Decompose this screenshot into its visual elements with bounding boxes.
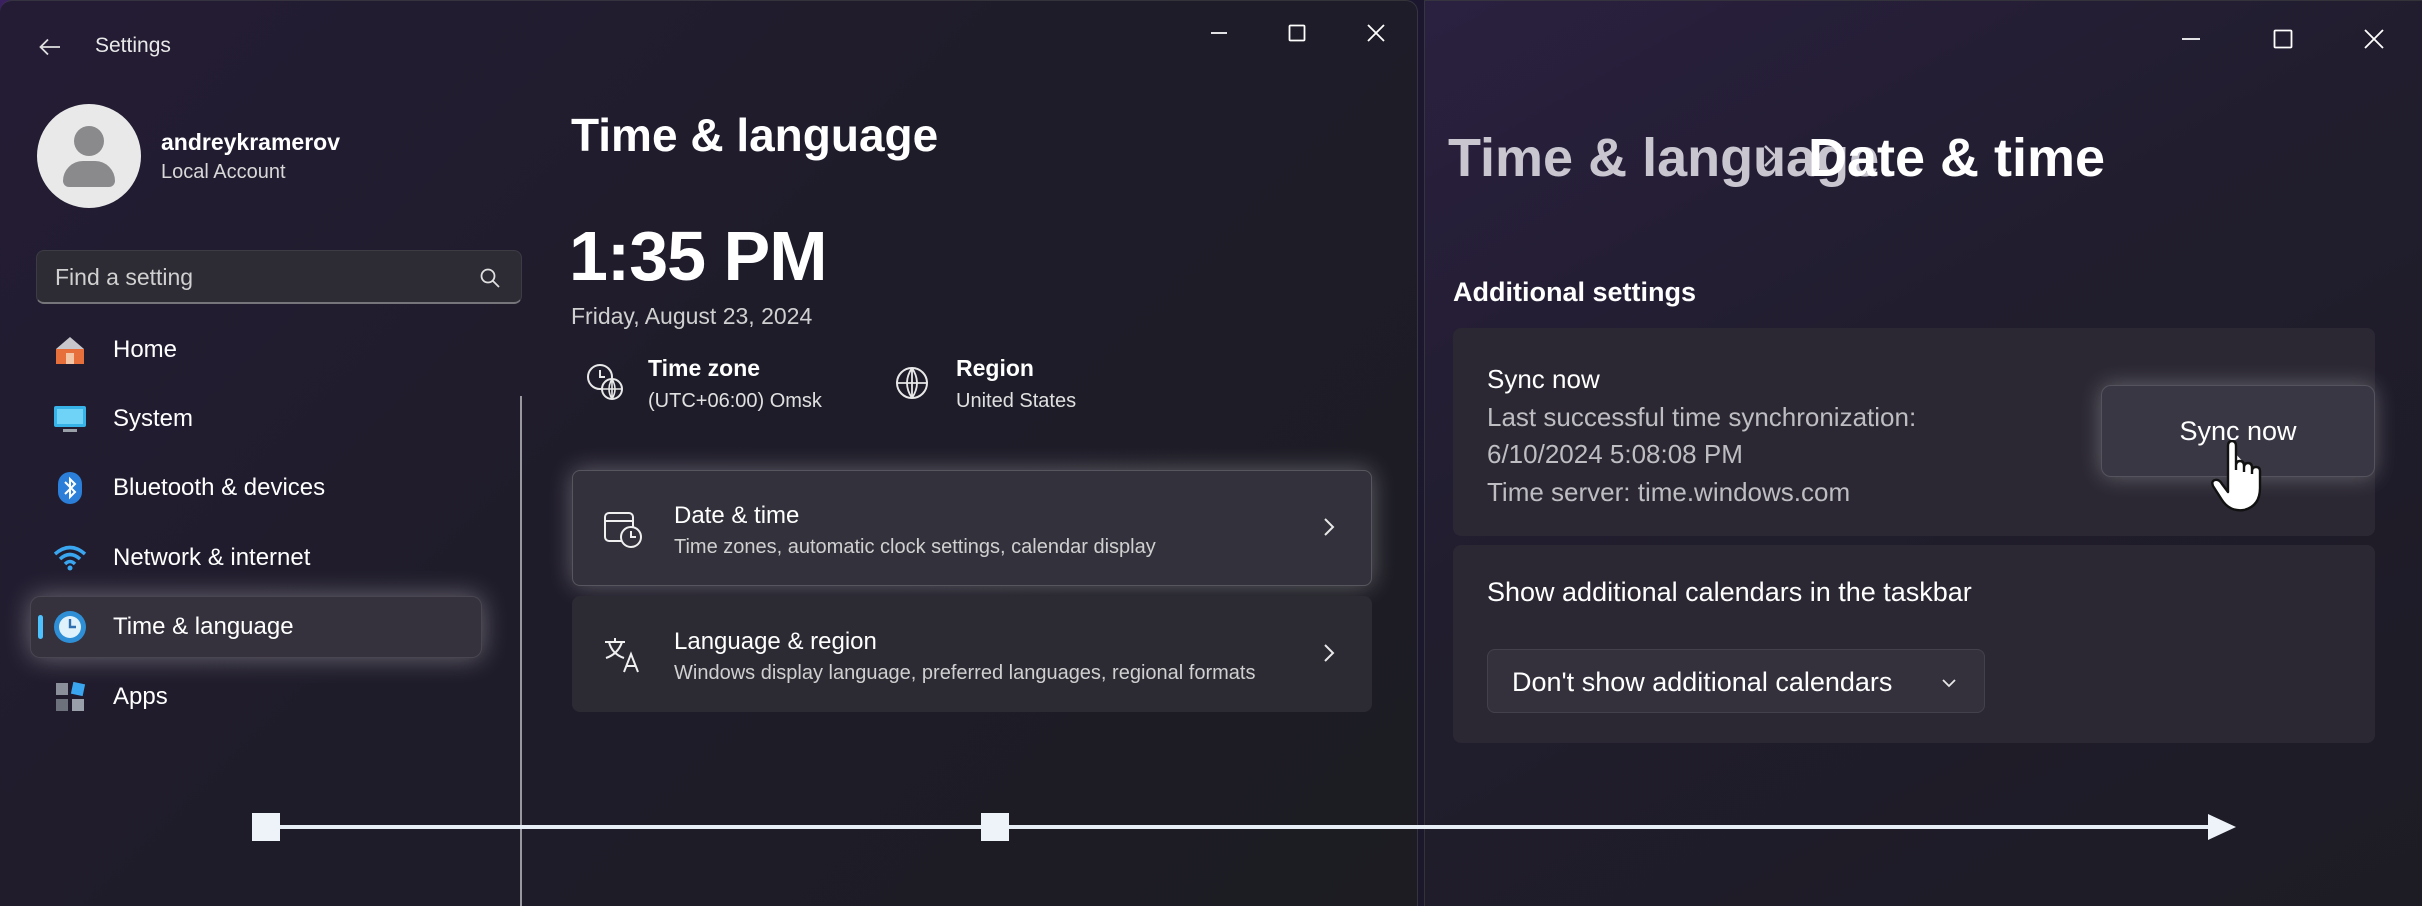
sidebar-item-system[interactable]: System xyxy=(30,388,482,450)
sidebar-item-label: Time & language xyxy=(113,613,294,640)
bluetooth-icon xyxy=(52,470,88,506)
sidebar-item-time-language[interactable]: Time & language xyxy=(30,596,482,658)
user-name: andreykramerov xyxy=(161,129,340,155)
region-label: Region xyxy=(956,355,1034,381)
last-sync-label: Last successful time synchronization: xyxy=(1487,402,1917,432)
chevron-right-icon xyxy=(1764,145,1777,167)
close-icon xyxy=(2364,29,2384,49)
close-icon xyxy=(1367,24,1385,42)
maximize-button[interactable] xyxy=(2263,19,2303,59)
minimize-button[interactable] xyxy=(2171,19,2211,59)
chevron-right-icon xyxy=(1324,518,1335,536)
breadcrumb-current: Date & time xyxy=(1808,128,2106,188)
sync-title: Sync now xyxy=(1487,364,1600,394)
current-time: 1:35 PM xyxy=(569,217,828,295)
last-sync-value: 6/10/2024 5:08:08 PM xyxy=(1487,439,1743,469)
wifi-icon xyxy=(52,540,88,576)
time-server: Time server: time.windows.com xyxy=(1487,477,1851,507)
sidebar-item-apps[interactable]: Apps xyxy=(30,666,482,728)
page-title: Time & language xyxy=(571,109,939,161)
home-icon xyxy=(52,332,88,368)
search-box[interactable] xyxy=(36,250,522,304)
sidebar-item-label: System xyxy=(113,405,194,432)
annotation-line xyxy=(268,825,2220,829)
chevron-down-icon xyxy=(1942,679,1956,688)
sidebar-divider xyxy=(520,396,522,906)
avatar[interactable] xyxy=(37,104,141,208)
clock-globe-icon xyxy=(52,609,88,645)
annotation-node xyxy=(981,813,1009,841)
settings-window-left: Settings andreykramerov Local Account Ho… xyxy=(0,0,1418,906)
account-type: Local Account xyxy=(161,161,286,183)
app-title: Settings xyxy=(95,34,171,57)
arrow-left-icon xyxy=(39,38,60,56)
sidebar-item-label: Bluetooth & devices xyxy=(113,474,326,501)
close-button[interactable] xyxy=(1356,13,1396,53)
card-description: Time zones, automatic clock settings, ca… xyxy=(674,536,1156,558)
search-icon[interactable] xyxy=(479,267,501,289)
additional-calendars-card: Show additional calendars in the taskbar… xyxy=(1453,545,2375,743)
sidebar-item-label: Network & internet xyxy=(113,544,311,571)
sidebar-item-network[interactable]: Network & internet xyxy=(30,527,482,589)
maximize-button[interactable] xyxy=(1277,13,1317,53)
sidebar-item-label: Apps xyxy=(113,683,168,710)
settings-window-right: Time & language Date & time Additional s… xyxy=(1424,0,2422,906)
card-description: Windows display language, preferred lang… xyxy=(674,662,1256,684)
search-input[interactable] xyxy=(55,261,455,293)
globe-icon xyxy=(896,367,928,399)
arrow-head-icon xyxy=(2208,814,2236,840)
calendar-clock-icon xyxy=(604,512,642,548)
maximize-icon xyxy=(2273,29,2293,49)
minimize-icon xyxy=(2182,38,2200,40)
date-time-card[interactable]: Date & time Time zones, automatic clock … xyxy=(572,470,1372,586)
selection-indicator xyxy=(38,615,43,639)
section-title: Additional settings xyxy=(1453,277,1696,307)
sidebar-item-home[interactable]: Home xyxy=(30,319,482,381)
apps-icon xyxy=(52,679,88,715)
current-date: Friday, August 23, 2024 xyxy=(571,303,813,329)
timezone-label: Time zone xyxy=(648,355,761,381)
avatar-body-shape xyxy=(63,161,115,187)
back-button[interactable] xyxy=(30,27,70,67)
timezone-value: (UTC+06:00) Omsk xyxy=(648,390,822,412)
region-value: United States xyxy=(956,390,1077,412)
language-region-card[interactable]: Language & region Windows display langua… xyxy=(572,596,1372,712)
region-info: Region United States xyxy=(892,355,1142,415)
monitor-icon xyxy=(52,401,88,437)
minimize-icon xyxy=(1211,32,1227,34)
card-title: Language & region xyxy=(674,628,877,655)
hand-cursor-icon xyxy=(2211,440,2262,512)
avatar-head-shape xyxy=(74,126,104,156)
close-button[interactable] xyxy=(2354,19,2394,59)
annotation-node xyxy=(252,813,280,841)
calendars-title: Show additional calendars in the taskbar xyxy=(1487,577,1972,607)
calendar-dropdown[interactable]: Don't show additional calendars xyxy=(1487,649,1985,713)
title-bar: Settings xyxy=(0,1,1417,91)
sidebar-item-label: Home xyxy=(113,336,178,363)
dropdown-value: Don't show additional calendars xyxy=(1512,667,1893,697)
maximize-icon xyxy=(1288,24,1306,42)
card-title: Date & time xyxy=(674,502,800,529)
timezone-info: Time zone (UTC+06:00) Omsk xyxy=(584,355,864,415)
sidebar-item-bluetooth[interactable]: Bluetooth & devices xyxy=(30,457,482,519)
minimize-button[interactable] xyxy=(1199,13,1239,53)
chevron-right-icon xyxy=(1324,644,1335,662)
language-icon xyxy=(605,638,639,673)
clock-globe-outline-icon xyxy=(587,364,623,400)
